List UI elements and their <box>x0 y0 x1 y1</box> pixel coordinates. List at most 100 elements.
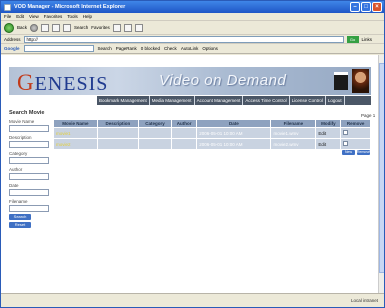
menu-view[interactable]: View <box>29 14 39 19</box>
menu-edit[interactable]: Edit <box>16 14 24 19</box>
menu-file[interactable]: File <box>4 14 11 19</box>
menu-favorites[interactable]: Favorites <box>44 14 63 19</box>
remove-checkbox[interactable] <box>343 141 349 146</box>
genesis-logo: GENESIS <box>17 70 109 95</box>
browser-window: VOD Manager - Microsoft Internet Explore… <box>0 0 385 308</box>
nav-license-control[interactable]: License Control <box>290 96 326 105</box>
search-reset-button[interactable]: Reset <box>9 222 31 228</box>
col-remove: Remove <box>340 119 371 128</box>
edit-link[interactable]: Edit <box>315 127 342 139</box>
date-input[interactable] <box>9 189 49 196</box>
favorites-button[interactable]: Favorites <box>91 25 110 30</box>
field-label: Author <box>9 167 23 172</box>
movie-name-cell[interactable]: movie1 <box>53 127 98 139</box>
banner-photo <box>352 69 369 93</box>
category-input[interactable] <box>9 157 49 164</box>
category-cell <box>138 138 172 150</box>
table-actions: New Remove <box>342 150 370 155</box>
address-bar: Address http:// Go Links <box>1 35 384 44</box>
col-modify: Modify <box>315 119 342 128</box>
remove-cell <box>340 127 371 139</box>
filename-cell: movie2.wmv <box>270 138 317 150</box>
forward-button[interactable] <box>30 23 39 32</box>
google-search-input[interactable] <box>23 45 94 52</box>
remove-checkbox[interactable] <box>343 130 349 135</box>
filename-input[interactable] <box>9 205 49 212</box>
scrollbar-thumb[interactable] <box>379 63 384 273</box>
table-row: movie2 2006-05-01 10:00 AM movie2.wmv Ed… <box>53 138 371 150</box>
back-button[interactable] <box>4 22 14 33</box>
window-controls: – □ × <box>350 2 382 12</box>
google-logo[interactable]: Google <box>4 46 20 51</box>
nav-access-time-control[interactable]: Access Time Control <box>243 96 290 105</box>
mail-button[interactable] <box>123 23 132 32</box>
nav-bookmark-management[interactable]: Bookmark Management <box>97 96 150 105</box>
media-button[interactable] <box>112 23 121 32</box>
date-cell: 2006-05-01 10:00 AM <box>196 127 272 139</box>
movie-name-input[interactable] <box>9 125 49 132</box>
address-input[interactable]: http:// <box>23 35 344 43</box>
print-button[interactable] <box>134 23 143 32</box>
search-submit-button[interactable]: Search <box>9 214 31 220</box>
status-bar: Local intranet <box>1 293 384 307</box>
window-title: VOD Manager - Microsoft Internet Explore… <box>14 4 126 10</box>
field-label: Movie Name <box>9 119 35 124</box>
field-label: Description <box>9 135 32 140</box>
page-content: GENESIS Video on Demand Bookmark Managem… <box>1 55 384 293</box>
stop-button[interactable] <box>41 23 50 32</box>
col-author[interactable]: Author <box>170 119 198 128</box>
col-movie-name[interactable]: Movie Name <box>53 119 98 128</box>
author-cell <box>170 138 198 150</box>
close-button[interactable]: × <box>372 2 382 12</box>
field-label: Date <box>9 183 19 188</box>
address-label: Address <box>4 36 21 42</box>
autolink-button[interactable]: AutoLink <box>181 46 199 51</box>
spell-check-button[interactable]: Check <box>164 46 177 51</box>
filename-cell: movie1.wmv <box>270 127 317 139</box>
new-movie-button[interactable]: New <box>342 150 355 155</box>
description-cell <box>96 127 140 139</box>
menu-tools[interactable]: Tools <box>67 14 78 19</box>
go-button[interactable]: Go <box>346 35 359 43</box>
vertical-scrollbar[interactable] <box>378 55 384 293</box>
col-date[interactable]: Date <box>196 119 272 128</box>
search-button[interactable]: Search <box>74 25 88 30</box>
category-cell <box>138 127 172 139</box>
browser-toolbar: Back Search Favorites <box>1 21 384 35</box>
col-description[interactable]: Description <box>96 119 140 128</box>
popup-blocker[interactable]: 0 blocked <box>141 46 160 51</box>
field-label: Filename <box>9 199 28 204</box>
banner-tagline: Video on Demand <box>159 72 287 89</box>
description-input[interactable] <box>9 141 49 148</box>
nav-media-management[interactable]: Media Management <box>150 96 195 105</box>
field-label: Category <box>9 151 28 156</box>
maximize-button[interactable]: □ <box>361 2 371 12</box>
main-nav: Bookmark Management Media Management Acc… <box>97 96 371 105</box>
menu-bar: File Edit View Favorites Tools Help <box>1 13 384 21</box>
movie-name-cell[interactable]: movie2 <box>53 138 98 150</box>
page-indicator: Page 1 <box>361 113 376 118</box>
author-cell <box>170 127 198 139</box>
home-button[interactable] <box>63 23 72 32</box>
remove-selected-button[interactable]: Remove <box>357 150 370 155</box>
col-category[interactable]: Category <box>138 119 172 128</box>
edit-link[interactable]: Edit <box>315 138 342 150</box>
col-filename[interactable]: Filename <box>270 119 317 128</box>
links-button[interactable]: Links <box>362 37 373 42</box>
table-row: movie1 2006-05-01 10:00 AM movie1.wmv Ed… <box>53 127 371 139</box>
ie-icon <box>4 3 11 11</box>
nav-logout[interactable]: Logout <box>326 96 345 105</box>
title-bar: VOD Manager - Microsoft Internet Explore… <box>1 1 384 13</box>
site-banner: GENESIS Video on Demand <box>9 67 371 95</box>
table-header-row: Movie Name Description Category Author D… <box>53 119 371 128</box>
nav-account-management[interactable]: Account Management <box>195 96 244 105</box>
back-label: Back <box>17 25 28 30</box>
author-input[interactable] <box>9 173 49 180</box>
menu-help[interactable]: Help <box>83 14 92 19</box>
minimize-button[interactable]: – <box>350 2 360 12</box>
pagerank-indicator[interactable]: PageRank <box>116 46 137 51</box>
description-cell <box>96 138 140 150</box>
google-options-button[interactable]: Options <box>202 46 218 51</box>
google-search-button[interactable]: Search <box>98 46 112 51</box>
refresh-button[interactable] <box>52 23 61 32</box>
